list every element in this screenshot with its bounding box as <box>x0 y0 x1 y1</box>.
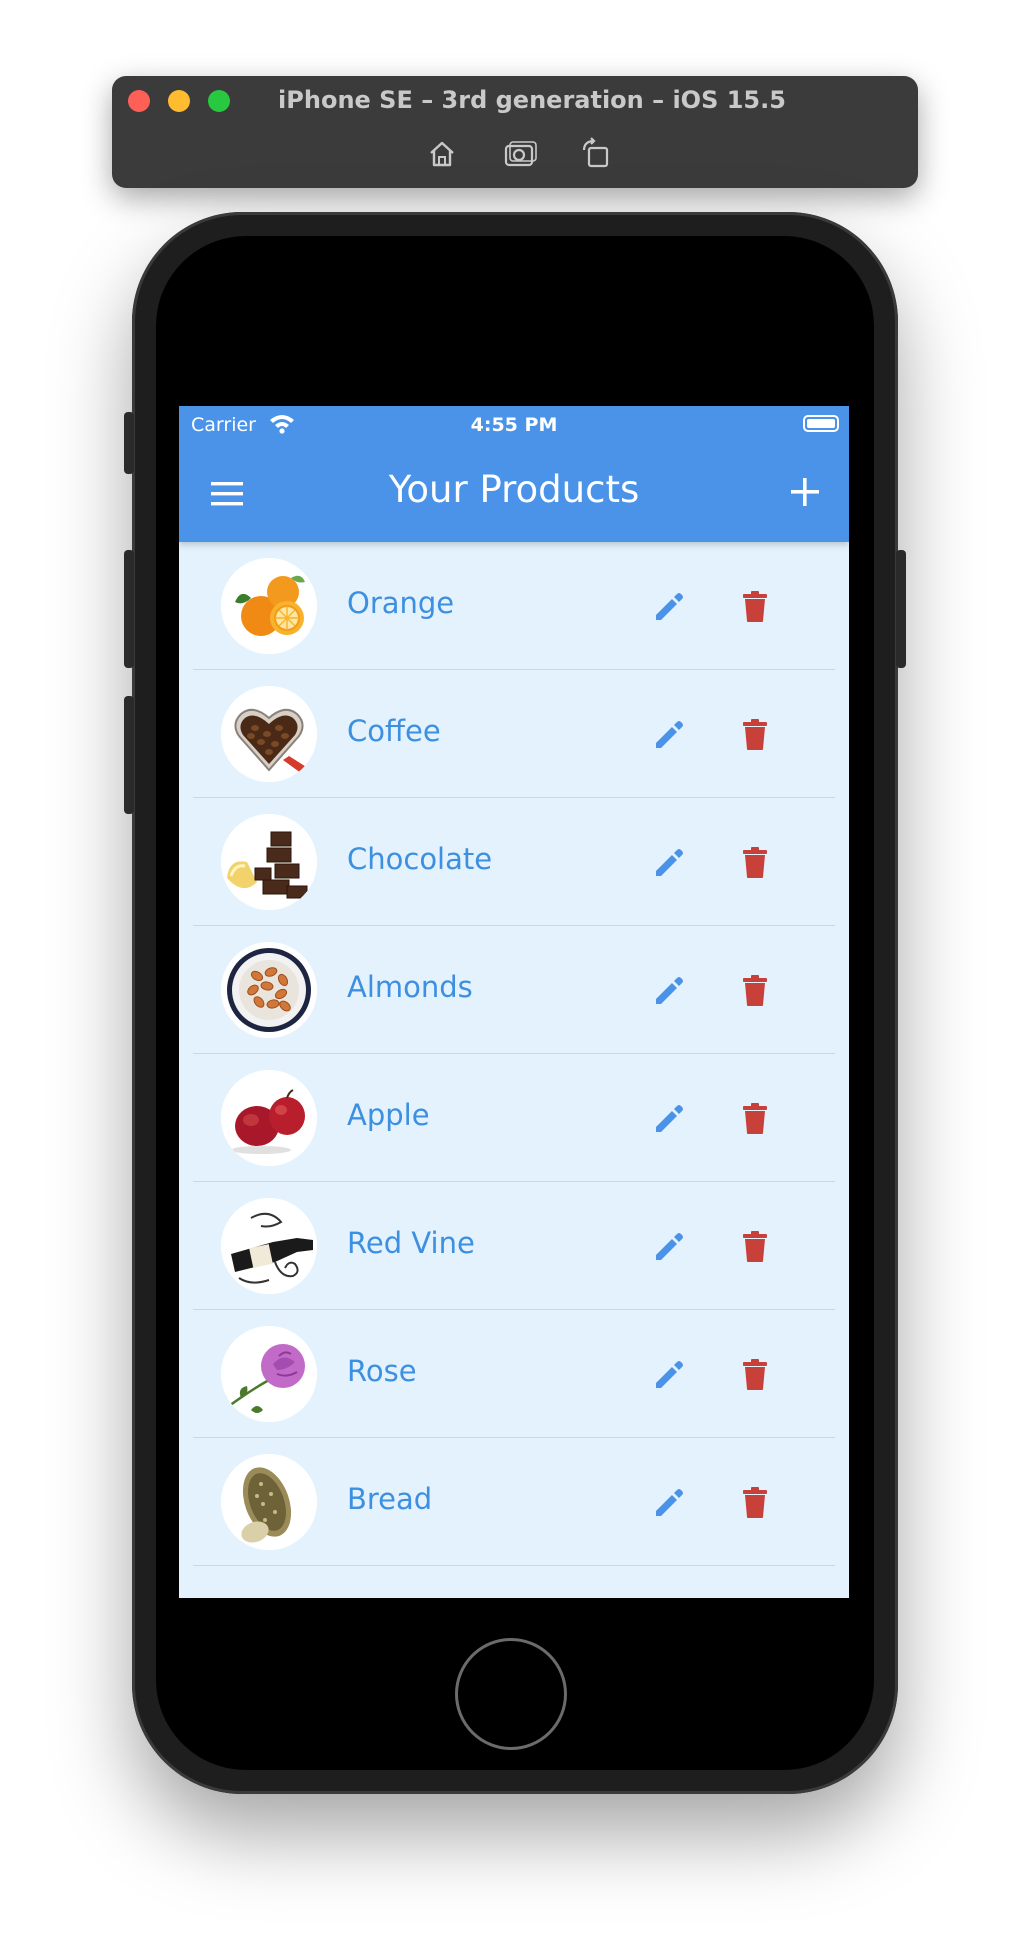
simulator-title-bar: iPhone SE – 3rd generation – iOS 15.5 <box>112 76 918 188</box>
almonds-image <box>221 942 317 1038</box>
app-screen: Orange Coffee Chocolate Almonds Apple Red Vin… <box>179 406 849 1598</box>
product-thumbnail <box>221 1070 317 1166</box>
product-thumbnail <box>221 1454 317 1550</box>
bread-image <box>221 1454 317 1550</box>
product-name: Rose <box>347 1354 417 1388</box>
power-button <box>896 550 906 668</box>
delete-product-button[interactable] <box>735 970 775 1010</box>
list-item[interactable]: Bread <box>193 1438 835 1566</box>
delete-product-button[interactable] <box>735 586 775 626</box>
pencil-icon <box>656 721 683 748</box>
battery-icon <box>803 415 839 432</box>
apple-image <box>221 1070 317 1166</box>
page-title: Your Products <box>388 468 640 511</box>
rotate-icon[interactable] <box>578 136 614 172</box>
home-button[interactable] <box>455 1638 567 1750</box>
minimize-window-button[interactable] <box>168 90 190 112</box>
product-name: Bread <box>347 1482 433 1516</box>
rose-image <box>221 1326 317 1422</box>
orange-image <box>221 558 317 654</box>
product-thumbnail <box>221 558 317 654</box>
close-window-button[interactable] <box>128 90 150 112</box>
home-icon[interactable] <box>424 136 460 172</box>
list-item[interactable]: Almonds <box>193 926 835 1054</box>
list-item[interactable]: Rose <box>193 1310 835 1438</box>
status-time: 4:55 PM <box>470 414 558 436</box>
product-name: Orange <box>347 586 455 620</box>
product-thumbnail <box>221 1198 317 1294</box>
product-thumbnail <box>221 1326 317 1422</box>
status-bar: Carrier 4:55 PM <box>179 406 849 442</box>
trash-icon <box>743 1487 767 1518</box>
product-name: Coffee <box>347 714 441 748</box>
product-thumbnail <box>221 814 317 910</box>
pencil-icon <box>656 1361 683 1388</box>
list-item[interactable]: Orange <box>193 542 835 670</box>
delete-product-button[interactable] <box>735 842 775 882</box>
pencil-icon <box>656 977 683 1004</box>
screenshot-icon[interactable] <box>502 136 538 172</box>
edit-product-button[interactable] <box>649 1098 689 1138</box>
app-header: Carrier 4:55 PM Your Products <box>179 406 849 542</box>
product-name: Red Vine <box>347 1226 475 1260</box>
trash-icon <box>743 719 767 750</box>
edit-product-button[interactable] <box>649 586 689 626</box>
pencil-icon <box>656 1233 683 1260</box>
product-name: Almonds <box>347 970 473 1004</box>
trash-icon <box>743 1359 767 1390</box>
plus-icon <box>791 478 819 506</box>
delete-product-button[interactable] <box>735 1226 775 1266</box>
delete-product-button[interactable] <box>735 714 775 754</box>
list-item[interactable]: Chocolate <box>193 798 835 926</box>
trash-icon <box>743 591 767 622</box>
coffee-beans-image <box>221 686 317 782</box>
product-list: Orange Coffee Chocolate Almonds Apple Red Vin… <box>193 542 835 1566</box>
mute-switch <box>124 412 134 474</box>
delete-product-button[interactable] <box>735 1482 775 1522</box>
trash-icon <box>743 847 767 878</box>
zoom-window-button[interactable] <box>208 90 230 112</box>
product-thumbnail <box>221 686 317 782</box>
trash-icon <box>743 975 767 1006</box>
volume-up-button <box>124 550 134 668</box>
trash-icon <box>743 1231 767 1262</box>
product-name: Chocolate <box>347 842 493 876</box>
volume-down-button <box>124 696 134 814</box>
add-product-button[interactable] <box>785 472 825 512</box>
pencil-icon <box>656 1489 683 1516</box>
pencil-icon <box>656 593 683 620</box>
wine-bottle-image <box>221 1198 317 1294</box>
list-item[interactable]: Red Vine <box>193 1182 835 1310</box>
trash-icon <box>743 1103 767 1134</box>
edit-product-button[interactable] <box>649 970 689 1010</box>
edit-product-button[interactable] <box>649 842 689 882</box>
edit-product-button[interactable] <box>649 714 689 754</box>
simulator-title: iPhone SE – 3rd generation – iOS 15.5 <box>278 86 786 114</box>
pencil-icon <box>656 1105 683 1132</box>
chocolate-image <box>221 814 317 910</box>
list-item[interactable]: Coffee <box>193 670 835 798</box>
list-item[interactable]: Apple <box>193 1054 835 1182</box>
edit-product-button[interactable] <box>649 1354 689 1394</box>
hamburger-menu-icon[interactable] <box>209 478 245 510</box>
product-thumbnail <box>221 942 317 1038</box>
edit-product-button[interactable] <box>649 1482 689 1522</box>
product-name: Apple <box>347 1098 430 1132</box>
edit-product-button[interactable] <box>649 1226 689 1266</box>
pencil-icon <box>656 849 683 876</box>
delete-product-button[interactable] <box>735 1354 775 1394</box>
delete-product-button[interactable] <box>735 1098 775 1138</box>
